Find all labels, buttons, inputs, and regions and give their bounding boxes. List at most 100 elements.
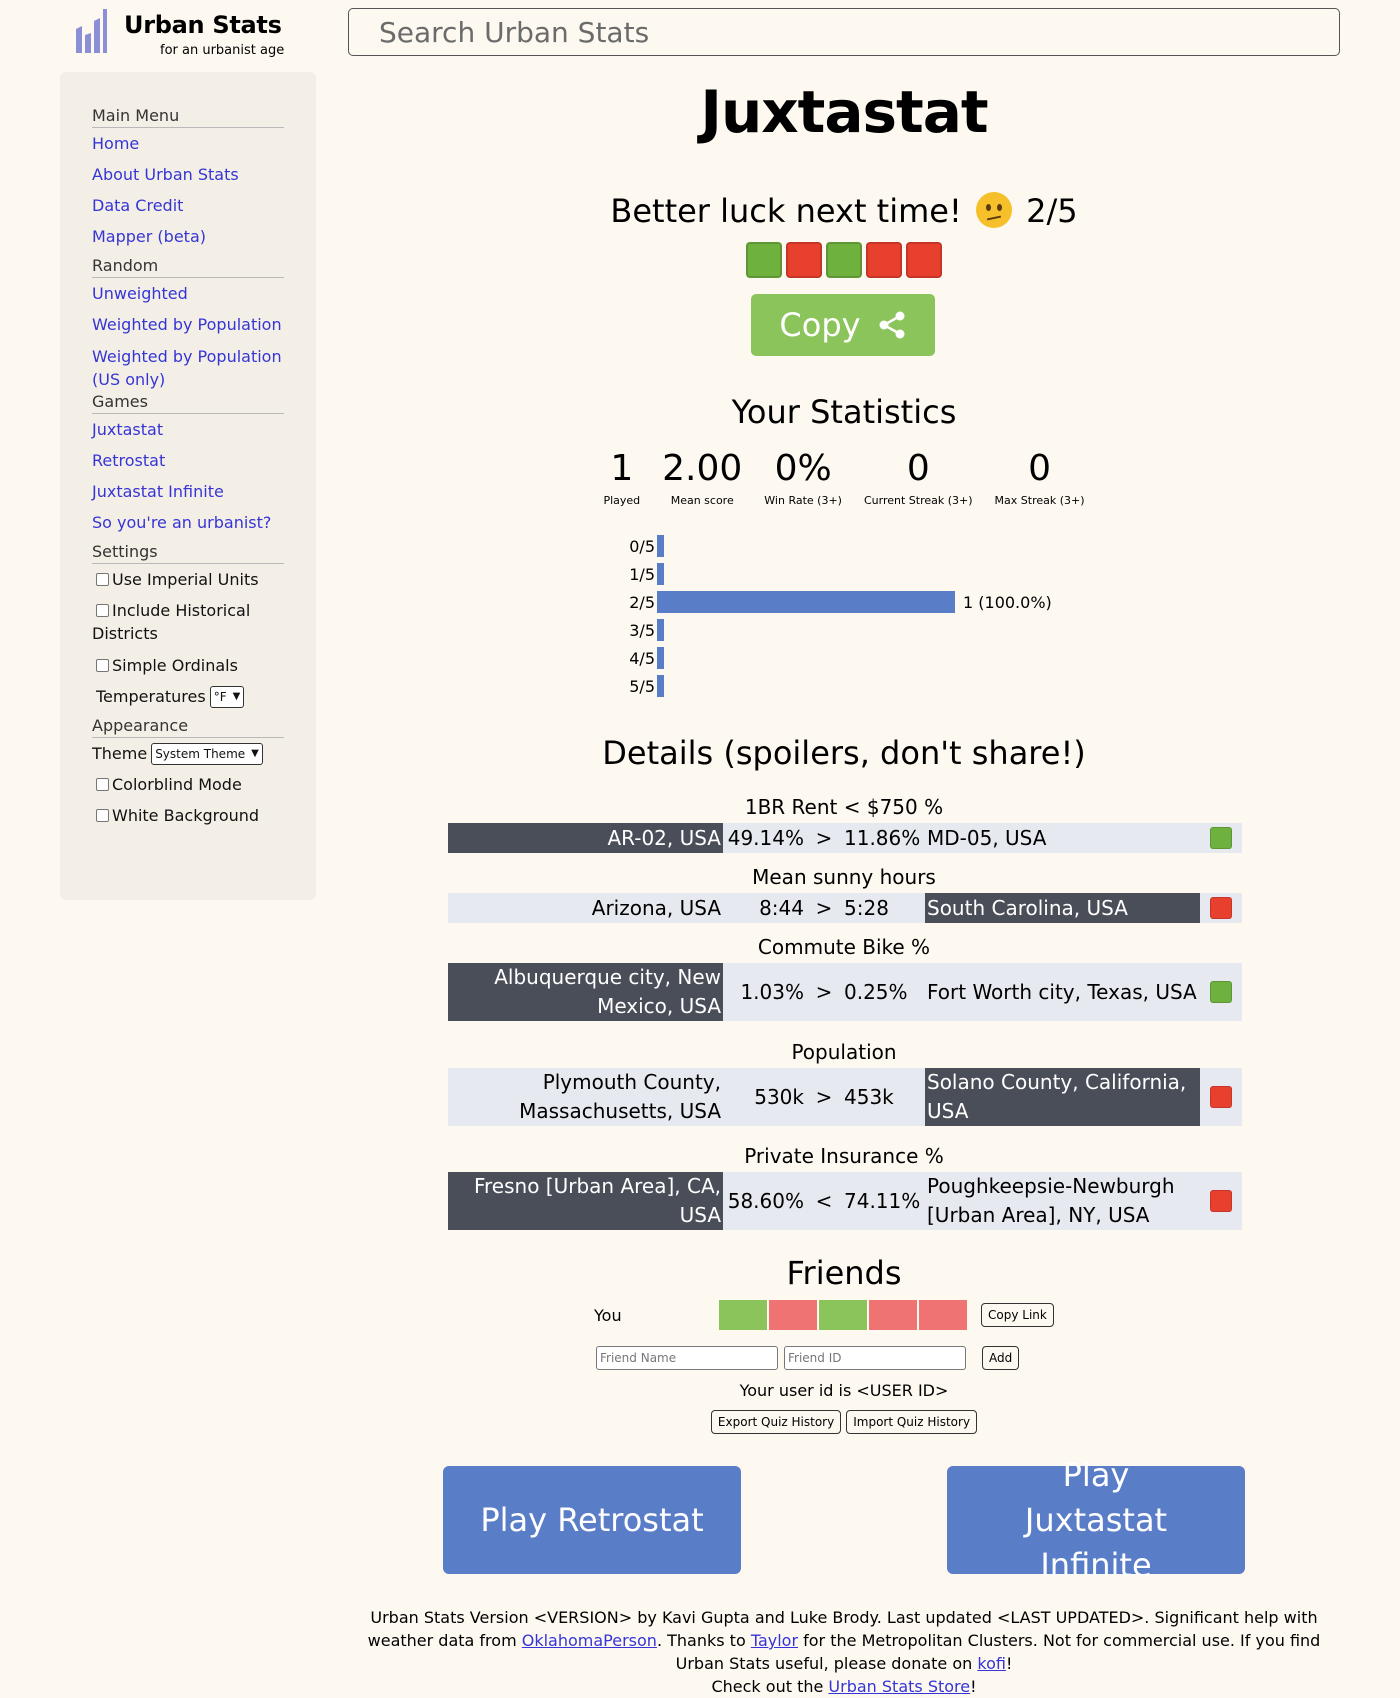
friend-row-you: You Copy Link [594, 1300, 1054, 1330]
correct-square-icon [746, 242, 782, 278]
simple-ordinals-checkbox[interactable] [96, 659, 109, 672]
right-region: MD-05, USA [927, 825, 1047, 850]
chevron-down-icon: ▼ [232, 691, 241, 702]
sidebar-item-weighted-population-us[interactable]: Weighted by Population (US only) [92, 340, 284, 389]
question-values: 1.03% >0.25% [723, 980, 925, 1004]
white-background-setting[interactable]: White Background [92, 800, 284, 831]
theme-select[interactable]: System Theme ▼ [151, 742, 263, 765]
friend-correct-square [719, 1300, 767, 1330]
friend-wrong-square [769, 1300, 817, 1330]
stat-label: Current Streak (3+) [863, 494, 973, 507]
distribution-bar [657, 647, 664, 669]
wrong-square-icon [906, 242, 942, 278]
right-region: Solano County, California, USA [925, 1068, 1200, 1126]
distribution-row: 0/5 [620, 532, 1100, 560]
result-mark [1200, 897, 1242, 919]
sidebar-item-about[interactable]: About Urban Stats [92, 159, 284, 190]
details-heading: Details (spoilers, don't share!) [602, 734, 1086, 772]
left-region: Arizona, USA [591, 895, 721, 920]
left-value: 58.60% [727, 1189, 804, 1213]
logo-subtitle: for an urbanist age [160, 43, 285, 58]
simple-ordinals-setting[interactable]: Simple Ordinals [92, 650, 284, 681]
sidebar-item-unweighted[interactable]: Unweighted [92, 278, 284, 309]
import-history-button[interactable]: Import Quiz History [846, 1410, 978, 1434]
wrong-square-icon [1210, 1086, 1232, 1108]
right-value: 74.11% [844, 1189, 921, 1213]
theme-select-value: System Theme [155, 746, 246, 761]
white-background-checkbox[interactable] [96, 809, 109, 822]
imperial-units-setting[interactable]: Use Imperial Units [92, 564, 284, 595]
colorblind-label: Colorblind Mode [112, 775, 242, 794]
footer-text: . Thanks to [656, 1631, 751, 1650]
footer-link-taylor[interactable]: Taylor [751, 1631, 798, 1650]
right-region: Poughkeepsie-Newburgh [Urban Area], NY, … [927, 1174, 1175, 1227]
question-row: Plymouth County, Massachusetts, USA 530k >… [448, 1068, 1242, 1126]
export-history-button[interactable]: Export Quiz History [710, 1410, 842, 1434]
footer-text: Check out the [711, 1677, 829, 1696]
stat-label: Max Streak (3+) [994, 494, 1085, 507]
statistics-heading: Your Statistics [731, 393, 957, 431]
distribution-row: 2/5 1 (100.0%) [620, 588, 1100, 616]
friend-name-input[interactable] [596, 1346, 778, 1370]
result-mark [1200, 1190, 1242, 1212]
sidebar-item-mapper[interactable]: Mapper (beta) [92, 221, 284, 252]
sidebar-item-retrostat[interactable]: Retrostat [92, 445, 284, 476]
distribution-count: 1 (100.0%) [963, 592, 1052, 612]
imperial-units-checkbox[interactable] [96, 573, 109, 586]
friend-name: You [594, 1305, 622, 1325]
sidebar-item-weighted-population[interactable]: Weighted by Population [92, 309, 284, 340]
colorblind-setting[interactable]: Colorblind Mode [92, 769, 284, 800]
search-input[interactable] [348, 8, 1340, 56]
sidebar-item-data-credit[interactable]: Data Credit [92, 190, 284, 221]
add-friend-button[interactable]: Add [982, 1346, 1020, 1370]
colorblind-checkbox[interactable] [96, 778, 109, 791]
distribution-row: 5/5 [620, 672, 1100, 700]
stat-label: Played [603, 494, 641, 507]
distribution-row: 4/5 [620, 644, 1100, 672]
distribution-label: 1/5 [629, 564, 655, 584]
footer-link-oklahomaperson[interactable]: OklahomaPerson [522, 1631, 657, 1650]
friend-wrong-square [869, 1300, 917, 1330]
temperature-select[interactable]: °F ▼ [209, 685, 245, 708]
historical-districts-setting[interactable]: Include Historical Districts [92, 595, 284, 650]
stat-mean-score: 2.00 Mean score [662, 446, 742, 507]
result-mark [1200, 1086, 1242, 1108]
question-stat-label: Mean sunny hours [752, 865, 936, 889]
historical-districts-label: Include Historical Districts [92, 601, 251, 643]
friend-score-squares [719, 1300, 969, 1330]
footer-link-kofi[interactable]: kofi [977, 1654, 1006, 1673]
result-mark [1200, 981, 1242, 1003]
sidebar-heading-random: Random [92, 256, 284, 278]
footer-text: ! [1005, 1654, 1013, 1673]
footer: Urban Stats Version <VERSION> by Kavi Gu… [360, 1606, 1328, 1698]
comparison-operator: > [815, 1085, 833, 1109]
theme-setting: Theme System Theme ▼ [92, 738, 284, 769]
sidebar-item-juxtastat-infinite[interactable]: Juxtastat Infinite [92, 476, 284, 507]
logo-title: Urban Stats [124, 11, 282, 39]
copy-link-button[interactable]: Copy Link [981, 1303, 1054, 1327]
friend-id-input[interactable] [784, 1346, 966, 1370]
right-value: 5:28 [844, 896, 889, 920]
sidebar-item-urbanist-quiz[interactable]: So you're an urbanist? [92, 507, 284, 538]
result-line: Better luck next time! 2/5 [348, 192, 1340, 230]
share-icon [879, 311, 905, 339]
right-value: 0.25% [844, 980, 908, 1004]
user-id-text: Your user id is <USER ID> [739, 1381, 949, 1400]
confused-face-icon [975, 192, 1012, 228]
play-retrostat-button[interactable]: Play Retrostat [443, 1466, 741, 1574]
distribution-label: 4/5 [629, 648, 655, 668]
result-text: Better luck next time! [610, 192, 962, 230]
historical-districts-checkbox[interactable] [96, 604, 109, 617]
stat-max-streak: 0 Max Streak (3+) [995, 446, 1085, 507]
wrong-square-icon [786, 242, 822, 278]
sidebar-item-juxtastat[interactable]: Juxtastat [92, 414, 284, 445]
play-infinite-button[interactable]: Play Juxtastat Infinite [947, 1456, 1245, 1584]
stat-value: 0 [906, 448, 930, 489]
sidebar-item-home[interactable]: Home [92, 128, 284, 159]
logo[interactable]: Urban Stats for an urbanist age [74, 9, 294, 58]
footer-link-store[interactable]: Urban Stats Store [828, 1677, 970, 1696]
result-score: 2/5 [1026, 192, 1078, 230]
right-value: 11.86% [844, 826, 921, 850]
stat-label: Win Rate (3+) [764, 494, 842, 507]
copy-button[interactable]: Copy [751, 294, 935, 356]
